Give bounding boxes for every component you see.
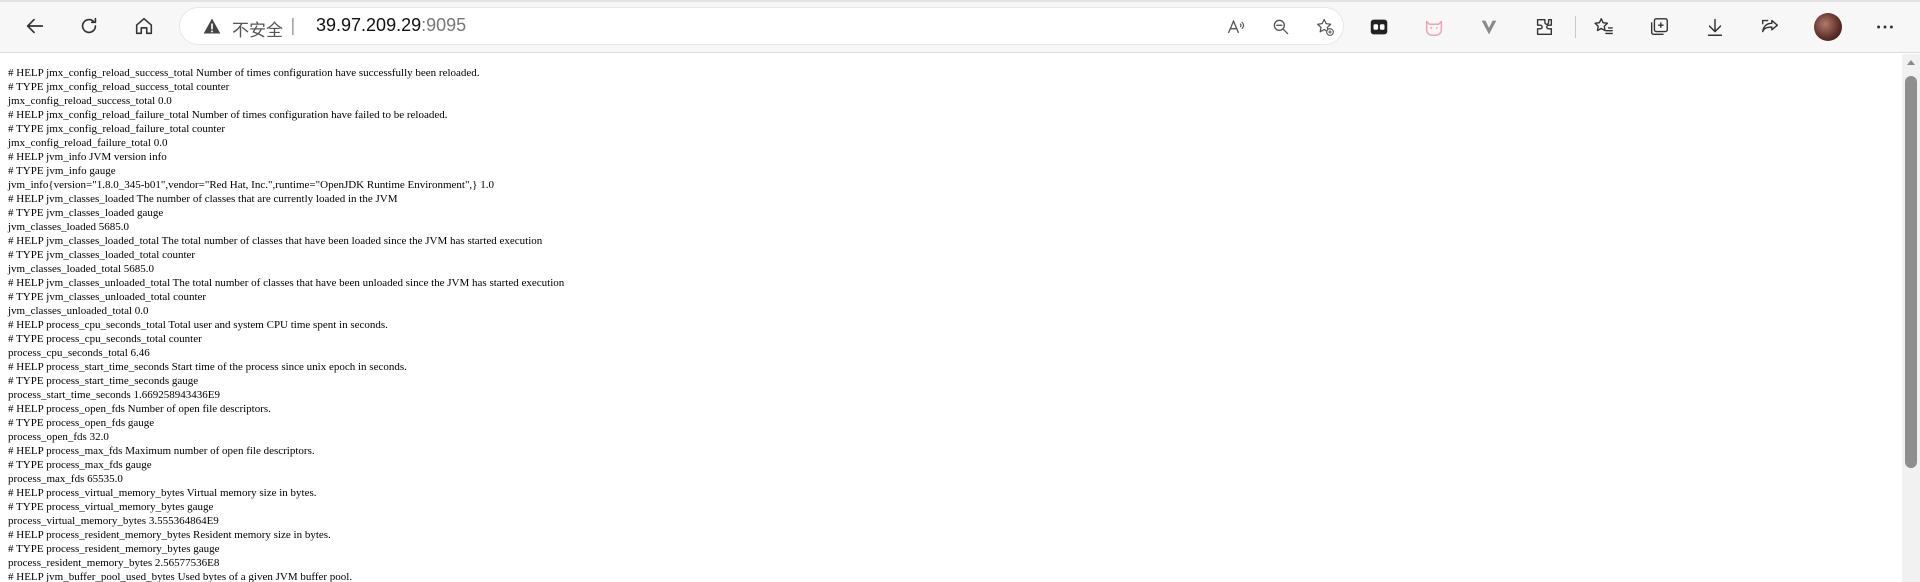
url-host: 39.97.209.29 <box>316 15 422 35</box>
add-favorite-button[interactable] <box>1313 15 1337 39</box>
toolbar-divider <box>1575 16 1576 38</box>
metric-line: # TYPE jvm_classes_loaded gauge <box>8 207 164 219</box>
security-label[interactable]: 不安全 <box>232 16 283 41</box>
back-button[interactable] <box>20 11 50 41</box>
extensions-button[interactable] <box>1530 13 1558 41</box>
more-button[interactable] <box>1871 13 1899 41</box>
download-icon <box>1707 18 1723 36</box>
address-separator: | <box>290 16 296 36</box>
metric-line: jmx_config_reload_success_total 0.0 <box>8 95 172 107</box>
metric-line: jvm_info{version="1.8.0_345-b01",vendor=… <box>8 179 494 191</box>
browser-toolbar: 不安全 | 39.97.209.29:9095 <box>0 0 1920 53</box>
metric-line: # HELP jvm_classes_loaded The number of … <box>8 193 398 205</box>
metric-line: # TYPE process_resident_memory_bytes gau… <box>8 543 220 555</box>
favorites-icon <box>1594 18 1613 35</box>
tab-strip-edge <box>0 0 1920 2</box>
metric-line: # HELP jmx_config_reload_failure_total N… <box>8 109 448 121</box>
metric-line: # TYPE jmx_config_reload_success_total c… <box>8 81 230 93</box>
metric-line: # HELP jvm_info JVM version info <box>8 151 167 163</box>
zoom-out-icon <box>1273 19 1289 35</box>
metric-line: # HELP jvm_classes_loaded_total The tota… <box>8 235 543 247</box>
metric-line: # TYPE jvm_classes_loaded_total counter <box>8 249 196 261</box>
metric-line: process_open_fds 32.0 <box>8 431 109 443</box>
scrollbar-thumb[interactable] <box>1905 76 1917 468</box>
scroll-up-arrow-icon[interactable] <box>1907 60 1915 65</box>
extension-icon <box>1370 19 1388 35</box>
address-bar[interactable]: 不安全 | 39.97.209.29:9095 <box>180 8 1343 44</box>
metric-line: # TYPE jvm_classes_unloaded_total counte… <box>8 291 207 303</box>
zoom-out-button[interactable] <box>1269 15 1293 39</box>
collections-button[interactable] <box>1645 13 1673 41</box>
metric-line: # TYPE process_virtual_memory_bytes gaug… <box>8 501 214 513</box>
collections-icon <box>1650 18 1668 36</box>
metric-line: # TYPE jmx_config_reload_failure_total c… <box>8 123 225 135</box>
share-button[interactable] <box>1756 13 1784 41</box>
downloads-button[interactable] <box>1701 13 1729 41</box>
metric-line: process_cpu_seconds_total 6.46 <box>8 347 150 359</box>
metric-line: jvm_classes_loaded 5685.0 <box>8 221 129 233</box>
metric-line: process_start_time_seconds 1.66925894343… <box>8 389 221 401</box>
metric-line: # HELP process_open_fds Number of open f… <box>8 403 271 415</box>
metric-line: # HELP process_start_time_seconds Start … <box>8 361 407 373</box>
metric-line: # HELP process_virtual_memory_bytes Virt… <box>8 487 317 499</box>
avatar[interactable] <box>1814 13 1842 41</box>
metric-line: # TYPE jvm_info gauge <box>8 165 116 177</box>
home-icon <box>135 17 153 35</box>
back-arrow-icon <box>26 18 44 34</box>
refresh-icon <box>81 17 97 34</box>
metric-line: # TYPE process_open_fds gauge <box>8 417 155 429</box>
metric-line: process_resident_memory_bytes 2.56577536… <box>8 557 220 569</box>
puzzle-icon <box>1536 18 1553 36</box>
v-extension-icon <box>1481 20 1497 35</box>
extension-button-3[interactable] <box>1475 13 1503 41</box>
metric-line: # TYPE process_start_time_seconds gauge <box>8 375 199 387</box>
read-aloud-button[interactable] <box>1224 15 1248 39</box>
share-icon <box>1761 19 1779 33</box>
metric-line: # HELP jvm_buffer_pool_used_bytes Used b… <box>8 571 353 582</box>
metric-line: # TYPE process_cpu_seconds_total counter <box>8 333 202 345</box>
metric-line: # HELP process_resident_memory_bytes Res… <box>8 529 331 541</box>
warning-triangle-icon[interactable] <box>202 16 222 36</box>
url-port: :9095 <box>421 15 467 35</box>
home-button[interactable] <box>129 11 159 41</box>
metric-line: process_max_fds 65535.0 <box>8 473 123 485</box>
extension-button-1[interactable] <box>1365 13 1393 41</box>
vertical-scrollbar[interactable] <box>1902 54 1920 582</box>
star-add-icon <box>1317 18 1334 36</box>
favorites-button[interactable] <box>1590 13 1618 41</box>
metric-line: jmx_config_reload_failure_total 0.0 <box>8 137 168 149</box>
page-content: # HELP jmx_config_reload_success_total N… <box>0 54 1900 582</box>
metric-line: # TYPE process_max_fds gauge <box>8 459 152 471</box>
more-icon <box>1877 25 1893 29</box>
extension-button-2[interactable] <box>1420 13 1448 41</box>
metric-line: # HELP jmx_config_reload_success_total N… <box>8 67 480 79</box>
address-url[interactable]: 39.97.209.29:9095 <box>316 15 466 36</box>
metric-line: # HELP process_max_fds Maximum number of… <box>8 445 315 457</box>
metric-line: process_virtual_memory_bytes 3.555364864… <box>8 515 219 527</box>
metric-line: jvm_classes_unloaded_total 0.0 <box>8 305 149 317</box>
read-aloud-icon <box>1227 19 1245 34</box>
metric-line: # HELP jvm_classes_unloaded_total The to… <box>8 277 565 289</box>
refresh-button[interactable] <box>74 11 104 41</box>
metric-line: # HELP process_cpu_seconds_total Total u… <box>8 319 388 331</box>
metrics-text: # HELP jmx_config_reload_success_total N… <box>0 54 1900 582</box>
cat-extension-icon <box>1425 20 1443 36</box>
metric-line: jvm_classes_loaded_total 5685.0 <box>8 263 155 275</box>
